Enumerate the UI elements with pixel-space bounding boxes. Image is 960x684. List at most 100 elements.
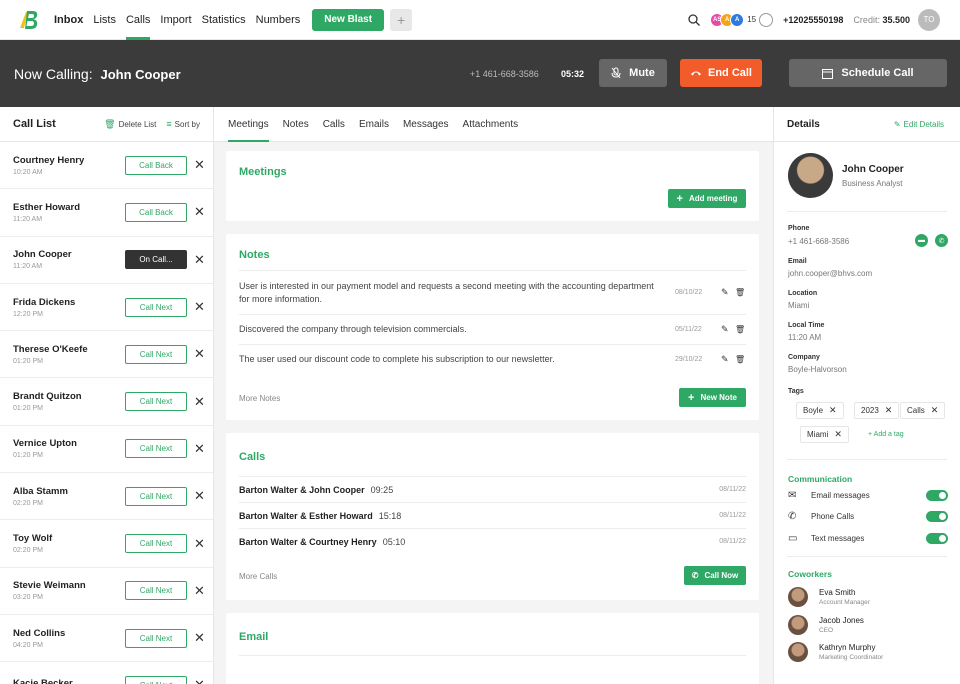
call-now-button[interactable]: ✆ Call Now — [684, 566, 746, 585]
call-list-row[interactable]: John Cooper 11:20 AM On Call... ✕ — [0, 237, 213, 284]
trash-icon[interactable]: 🗑 — [735, 288, 745, 297]
user-icon[interactable] — [759, 12, 774, 27]
call-list-title: Call List — [13, 118, 56, 130]
remove-icon[interactable]: ✕ — [194, 488, 205, 504]
remove-icon[interactable]: ✕ — [194, 583, 205, 599]
communication-toggle[interactable] — [926, 532, 948, 544]
remove-icon[interactable]: ✕ — [194, 204, 205, 220]
call-list-row[interactable]: Courtney Henry 10:20 AM Call Back ✕ — [0, 142, 213, 190]
team-avatars[interactable]: AS A A — [710, 12, 745, 27]
call-action-button[interactable]: Call Next — [125, 344, 187, 364]
coworker-item[interactable]: Jacob Jones CEO — [788, 614, 864, 636]
call-list-row[interactable]: Kacie Becker Call Next ✕ — [0, 662, 213, 684]
call-action-button[interactable]: Call Back — [125, 155, 187, 175]
edit-details-button[interactable]: ✎ Edit Details — [894, 120, 947, 129]
call-list-row[interactable]: Alba Stamm 02:20 PM Call Next ✕ — [0, 473, 213, 521]
tab-notes[interactable]: Notes — [283, 107, 309, 142]
add-meeting-button[interactable]: + Add meeting — [668, 189, 746, 208]
remove-tag-icon[interactable]: ✕ — [829, 405, 837, 416]
tag-chip[interactable]: Boyle ✕ — [796, 402, 844, 419]
call-list-row[interactable]: Therese O'Keefe 01:20 PM Call Next ✕ — [0, 331, 213, 379]
hangup-icon — [690, 71, 701, 76]
add-tag-link[interactable]: + Add a tag — [868, 431, 904, 438]
remove-tag-icon[interactable]: ✕ — [834, 429, 842, 440]
call-list-row[interactable]: Ned Collins 04:20 PM Call Next ✕ — [0, 615, 213, 663]
new-note-button[interactable]: + New Note — [679, 388, 746, 407]
tab-emails[interactable]: Emails — [359, 107, 389, 142]
call-banner: Now Calling: John Cooper +1 461-668-3586… — [0, 40, 960, 107]
communication-toggle[interactable] — [926, 511, 948, 522]
app-logo[interactable] — [18, 8, 40, 32]
call-action-button[interactable]: Call Next — [125, 392, 187, 412]
call-action-button[interactable]: Call Next — [125, 486, 187, 506]
remove-icon[interactable]: ✕ — [194, 536, 205, 552]
tag-chip[interactable]: Miami ✕ — [800, 426, 849, 443]
remove-icon[interactable]: ✕ — [194, 346, 205, 362]
call-participants: Barton Walter & John Cooper — [239, 484, 365, 495]
new-blast-button[interactable]: New Blast — [312, 8, 385, 31]
trash-icon[interactable]: 🗑 — [735, 355, 745, 364]
company-label: Company — [788, 354, 820, 361]
remove-icon[interactable]: ✕ — [194, 157, 205, 173]
note-text: Discovered the company through televisio… — [239, 324, 467, 334]
coworker-item[interactable]: Kathryn Murphy Marketing Coordinator — [788, 641, 883, 663]
tab-meetings[interactable]: Meetings — [228, 107, 269, 142]
credit-label: Credit: — [853, 14, 880, 25]
tag-label: Miami — [807, 430, 829, 439]
call-list-row[interactable]: Esther Howard 11:20 AM Call Back ✕ — [0, 189, 213, 237]
call-action-button[interactable]: Call Next — [125, 581, 187, 601]
nav-item-statistics[interactable]: Statistics — [202, 0, 246, 40]
call-action-button[interactable]: Call Next — [125, 675, 187, 684]
nav-item-numbers[interactable]: Numbers — [256, 0, 301, 40]
nav-item-lists[interactable]: Lists — [93, 0, 116, 40]
nav-item-import[interactable]: Import — [160, 0, 191, 40]
call-action-button[interactable]: Call Back — [125, 202, 187, 222]
tab-calls[interactable]: Calls — [323, 107, 345, 142]
call-duration: 09:25 — [370, 484, 394, 495]
remove-icon[interactable]: ✕ — [194, 630, 205, 646]
remove-icon[interactable]: ✕ — [194, 299, 205, 315]
call-action-button[interactable]: On Call... — [125, 250, 187, 270]
communication-toggle[interactable] — [926, 489, 948, 501]
email-value[interactable]: john.cooper@bhvs.com — [788, 269, 872, 278]
mute-button[interactable]: Mute — [599, 59, 667, 87]
tab-attachments[interactable]: Attachments — [463, 107, 519, 142]
remove-icon[interactable]: ✕ — [194, 394, 205, 410]
call-action-button[interactable]: Call Next — [125, 439, 187, 459]
nav-item-calls[interactable]: Calls — [125, 0, 151, 40]
call-action-button[interactable]: Call Next — [125, 297, 187, 317]
end-call-button[interactable]: End Call — [680, 59, 762, 87]
call-list-row[interactable]: Brandt Quitzon 01:20 PM Call Next ✕ — [0, 378, 213, 426]
remove-icon[interactable]: ✕ — [194, 677, 205, 684]
message-icon[interactable]: ▬ — [915, 234, 928, 247]
call-list-row[interactable]: Toy Wolf 02:20 PM Call Next ✕ — [0, 520, 213, 568]
more-notes-link[interactable]: More Notes — [239, 394, 280, 403]
tag-chip[interactable]: 2023 ✕ — [854, 402, 900, 419]
edit-icon[interactable]: ✎ — [721, 324, 729, 335]
remove-tag-icon[interactable]: ✕ — [931, 405, 939, 416]
schedule-call-button[interactable]: Schedule Call — [789, 59, 947, 87]
phone-icon[interactable]: ✆ — [935, 234, 948, 247]
tag-chip[interactable]: Calls ✕ — [900, 402, 946, 419]
search-icon[interactable] — [688, 13, 701, 26]
delete-list-button[interactable]: 🗑 Delete List — [104, 119, 156, 130]
user-avatar[interactable]: TO — [918, 8, 940, 31]
call-action-button[interactable]: Call Next — [125, 628, 187, 648]
trash-icon[interactable]: 🗑 — [735, 325, 745, 334]
team-avatar[interactable]: A — [730, 12, 745, 27]
edit-icon[interactable]: ✎ — [721, 287, 729, 298]
coworker-item[interactable]: Eva Smith Account Manager — [788, 586, 870, 608]
call-list-row[interactable]: Stevie Weimann 03:20 PM Call Next ✕ — [0, 568, 213, 615]
add-tab-button[interactable]: + — [390, 8, 413, 31]
nav-item-inbox[interactable]: Inbox — [54, 0, 83, 40]
remove-icon[interactable]: ✕ — [194, 441, 205, 457]
tab-messages[interactable]: Messages — [403, 107, 449, 142]
call-list-row[interactable]: Frida Dickens 12:20 PM Call Next ✕ — [0, 284, 213, 332]
call-list-row[interactable]: Vernice Upton 01:20 PM Call Next ✕ — [0, 426, 213, 474]
sort-by-button[interactable]: ≡ Sort by — [166, 119, 200, 129]
call-action-button[interactable]: Call Next — [125, 534, 187, 554]
edit-icon[interactable]: ✎ — [721, 354, 729, 365]
more-calls-link[interactable]: More Calls — [239, 572, 277, 581]
remove-tag-icon[interactable]: ✕ — [885, 405, 893, 416]
remove-icon[interactable]: ✕ — [194, 252, 205, 268]
